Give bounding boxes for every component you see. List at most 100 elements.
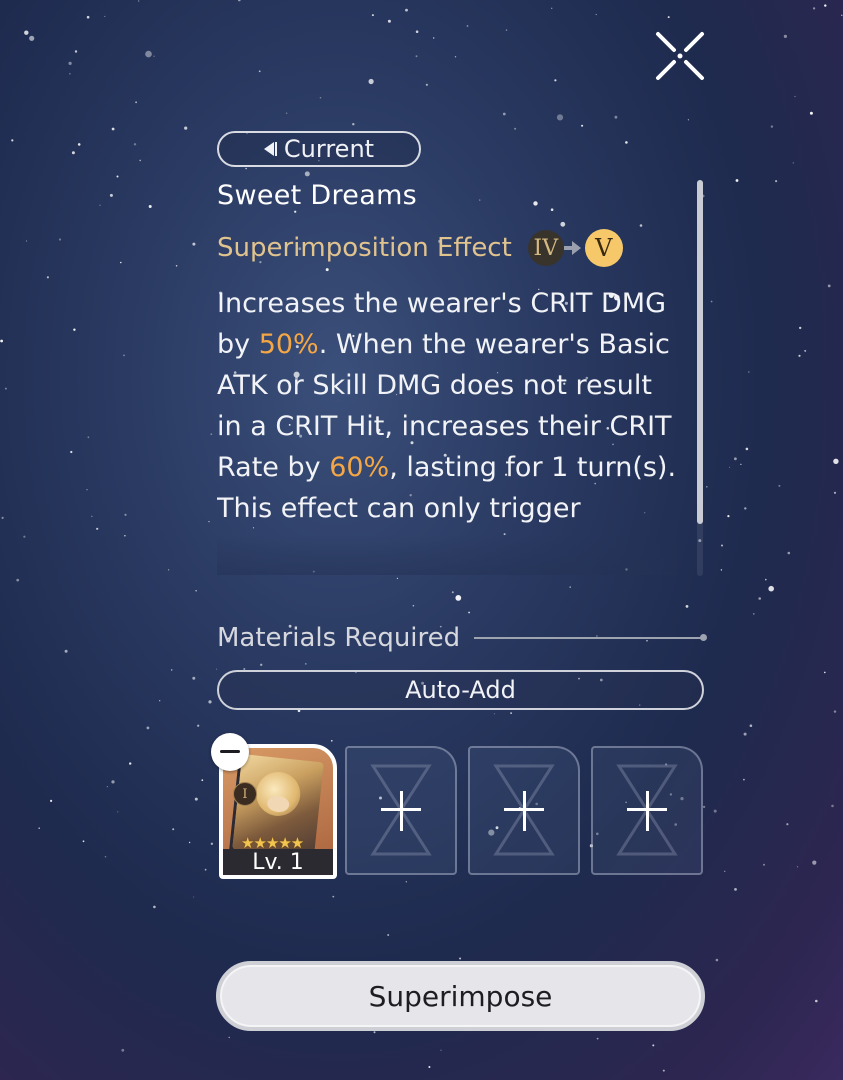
- star: [804, 349, 807, 352]
- current-button[interactable]: Current: [217, 131, 421, 167]
- star: [4, 387, 7, 390]
- current-rank-badge: IV: [527, 230, 564, 266]
- star: [46, 276, 50, 279]
- materials-header: Materials Required: [217, 618, 707, 658]
- star: [440, 1049, 442, 1051]
- star: [533, 201, 538, 206]
- star: [581, 124, 584, 127]
- star: [29, 35, 35, 41]
- star: [38, 827, 40, 829]
- star: [510, 712, 512, 714]
- star: [556, 114, 564, 121]
- star: [192, 676, 196, 680]
- star: [210, 433, 213, 436]
- star: [824, 4, 827, 7]
- material-slot-4[interactable]: [591, 746, 703, 875]
- effect-description: Increases the wearer's CRIT DMG by 50%. …: [217, 283, 677, 529]
- star: [833, 491, 837, 494]
- star: [734, 888, 737, 891]
- star: [197, 724, 200, 727]
- star: [493, 713, 495, 715]
- star: [215, 668, 217, 670]
- star: [192, 242, 196, 246]
- star: [50, 799, 53, 803]
- star: [479, 199, 481, 201]
- star: [238, 0, 241, 2]
- material-slot-3[interactable]: [468, 746, 580, 875]
- star: [468, 611, 470, 614]
- star: [148, 205, 152, 208]
- star: [812, 860, 817, 865]
- star: [175, 265, 178, 267]
- star: [195, 590, 197, 592]
- star: [371, 14, 374, 17]
- star: [26, 240, 27, 242]
- star: [514, 127, 517, 130]
- auto-add-button[interactable]: Auto-Add: [217, 670, 704, 710]
- star: [794, 95, 796, 98]
- star: [396, 577, 398, 580]
- remove-material-button[interactable]: [211, 733, 249, 771]
- star: [787, 551, 791, 555]
- star: [550, 208, 554, 211]
- star: [159, 700, 161, 702]
- star: [596, 1037, 599, 1040]
- star: [748, 371, 750, 373]
- star: [74, 50, 78, 53]
- star: [228, 1036, 230, 1039]
- close-icon: [656, 32, 704, 80]
- star: [466, 25, 469, 27]
- star: [744, 507, 747, 510]
- star: [827, 284, 831, 288]
- star: [758, 597, 761, 600]
- star: [614, 115, 618, 119]
- star: [193, 896, 195, 898]
- star: [652, 1044, 655, 1047]
- star: [415, 30, 419, 33]
- superimpose-button[interactable]: Superimpose: [216, 961, 705, 1031]
- star: [775, 180, 778, 183]
- material-slot-2[interactable]: [345, 746, 457, 875]
- star: [753, 613, 755, 615]
- superimposition-effect-row: Superimposition Effect IV V: [217, 228, 623, 268]
- star: [687, 119, 690, 121]
- star: [16, 578, 20, 582]
- rank-badge: I: [233, 782, 257, 806]
- star: [743, 732, 747, 736]
- add-icon-stem: [646, 791, 649, 831]
- star: [153, 55, 155, 57]
- star: [799, 326, 802, 330]
- light-cone-name: Sweet Dreams: [217, 180, 418, 211]
- star: [135, 101, 138, 104]
- superimposition-effect-label: Superimposition Effect: [217, 233, 512, 263]
- star: [91, 515, 93, 517]
- star: [109, 193, 113, 197]
- star: [455, 595, 462, 601]
- next-rank-badge: V: [584, 229, 623, 267]
- star: [86, 15, 90, 19]
- star: [71, 151, 75, 155]
- star: [813, 7, 816, 10]
- close-button[interactable]: [652, 30, 708, 82]
- star: [639, 224, 643, 227]
- star: [749, 724, 753, 727]
- star: [139, 159, 141, 162]
- star: [454, 56, 457, 58]
- star: [325, 268, 329, 272]
- star: [258, 70, 261, 73]
- star: [124, 535, 126, 537]
- star: [188, 841, 191, 844]
- star: [768, 585, 774, 592]
- star: [146, 726, 150, 730]
- star: [595, 13, 597, 16]
- effect-description-panel[interactable]: Increases the wearer's CRIT DMG by 50%. …: [217, 283, 677, 575]
- star: [111, 780, 115, 784]
- star: [96, 527, 99, 530]
- star: [560, 221, 566, 227]
- star: [204, 868, 207, 871]
- star: [87, 436, 90, 439]
- star: [729, 466, 731, 468]
- star: [138, 0, 140, 2]
- star: [713, 809, 717, 813]
- description-scrollbar[interactable]: [697, 180, 703, 524]
